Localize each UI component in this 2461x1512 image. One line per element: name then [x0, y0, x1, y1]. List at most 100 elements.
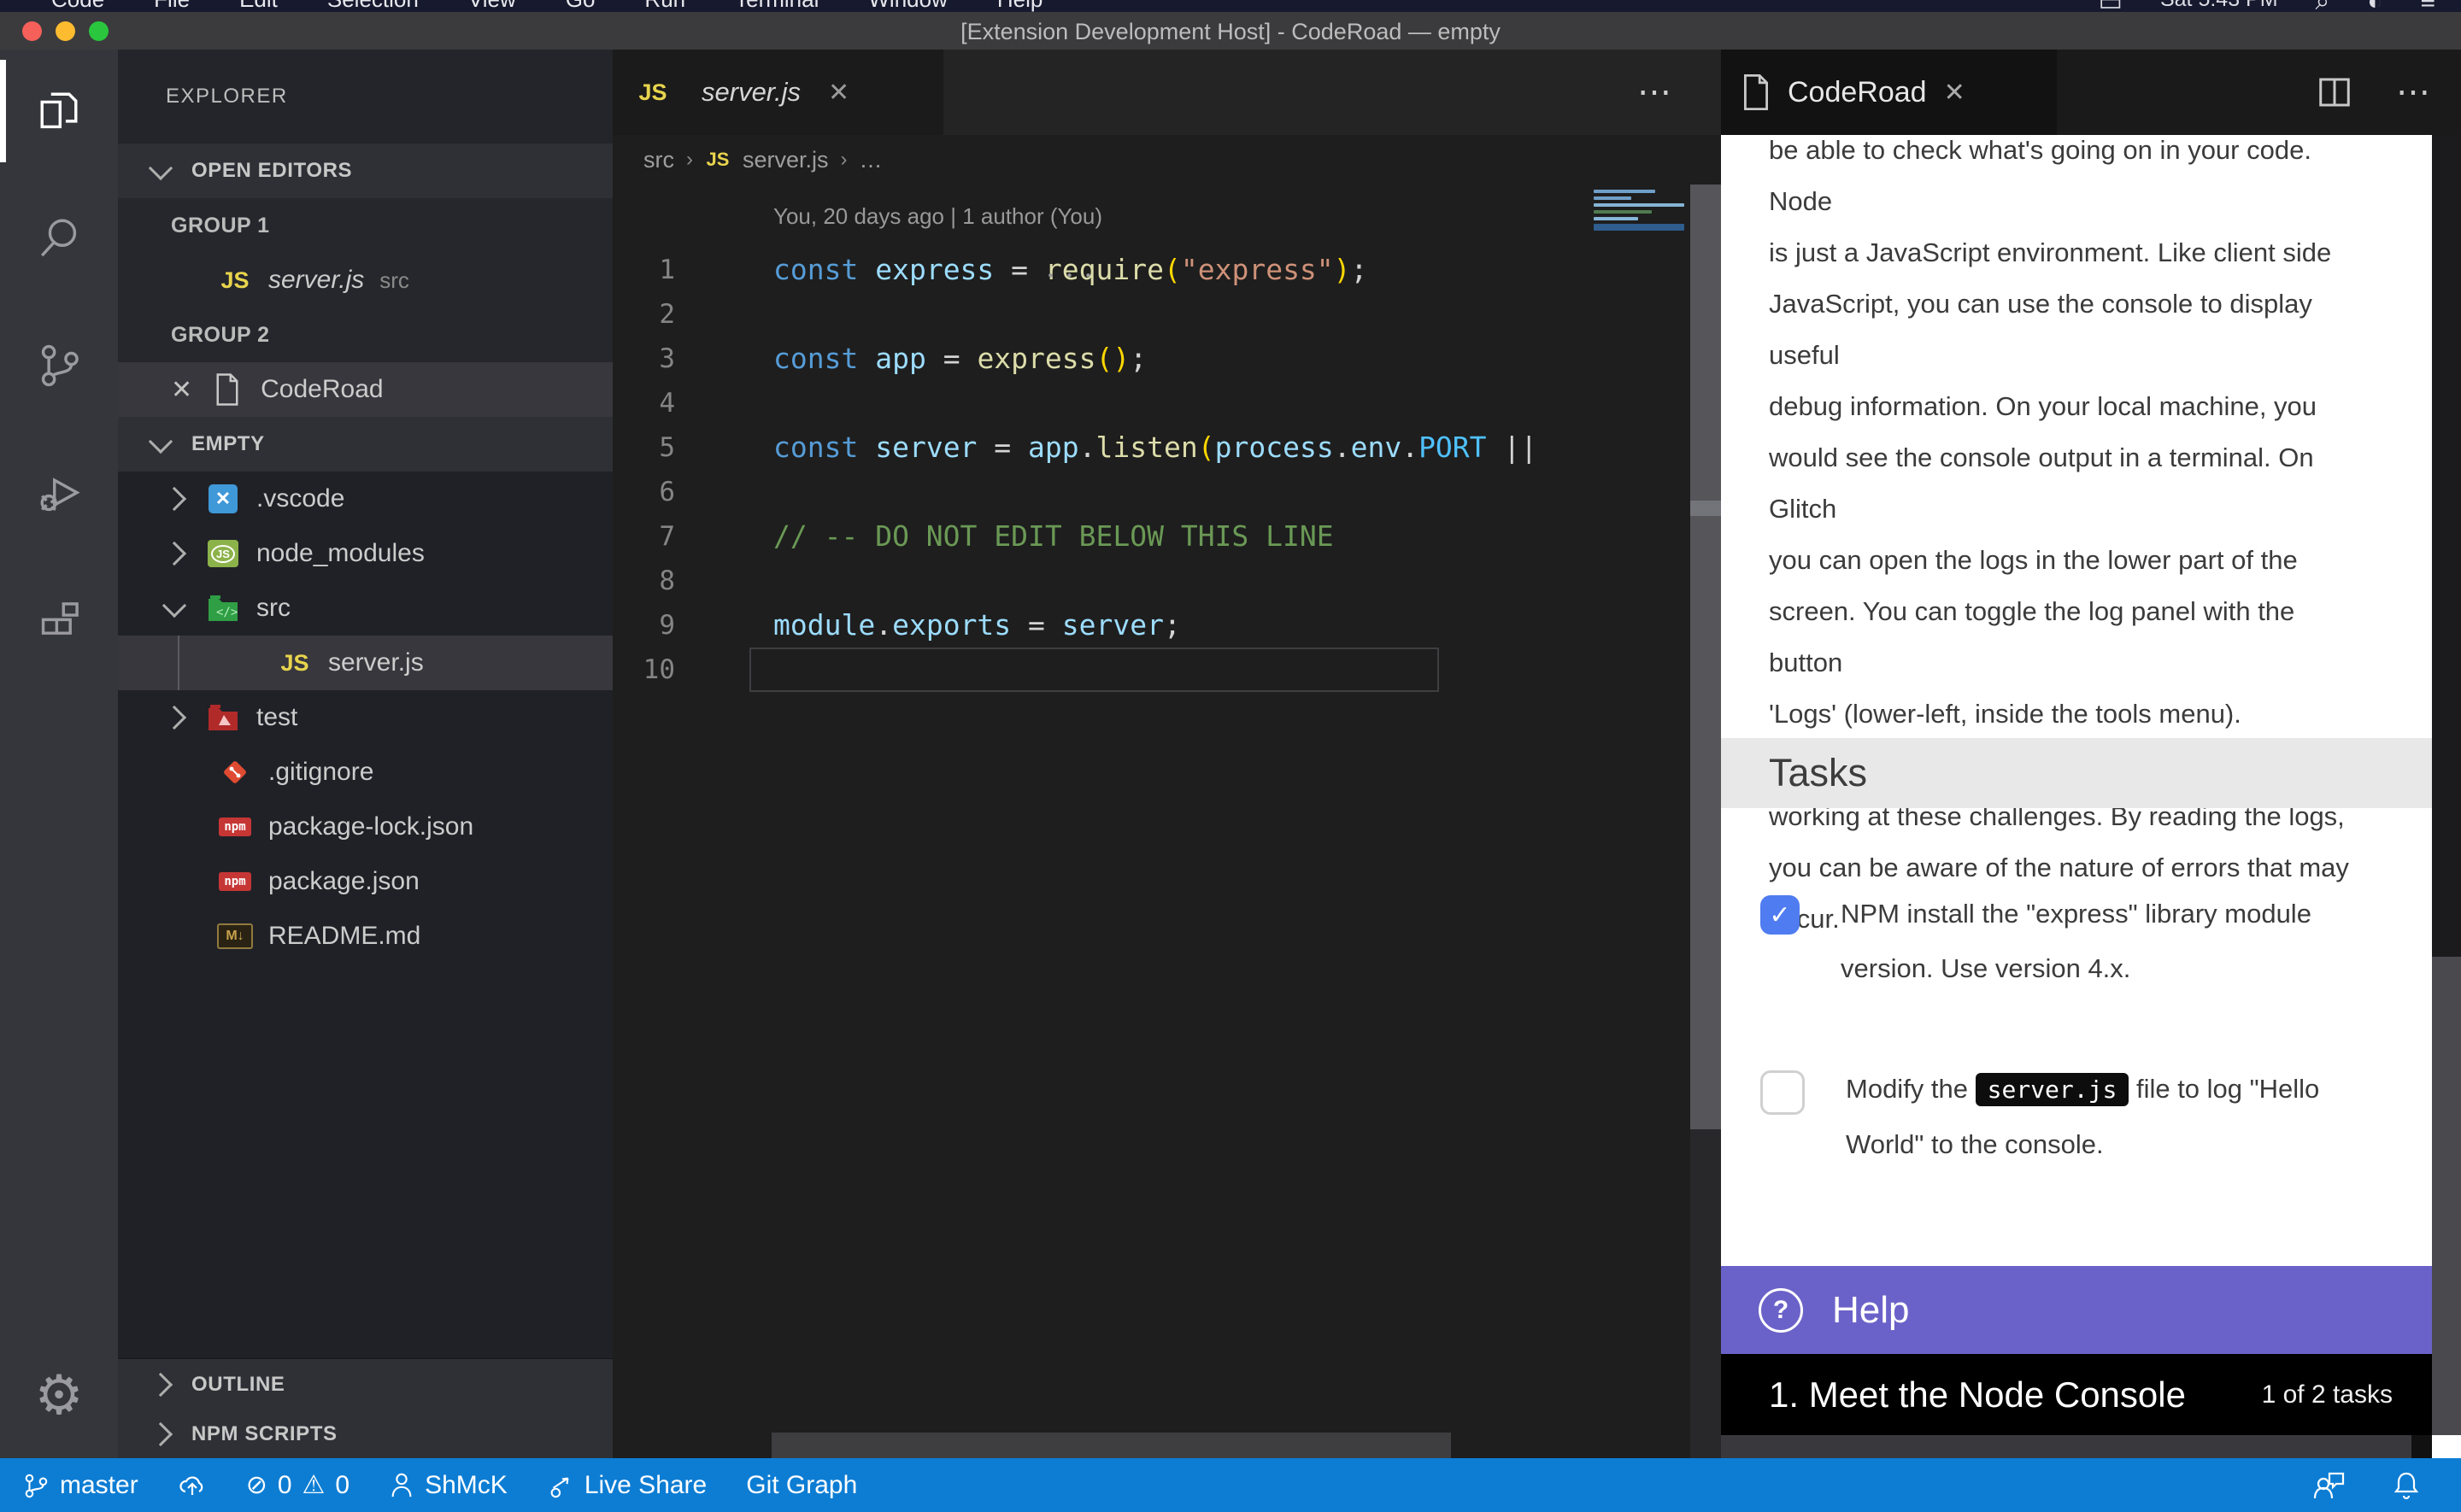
chevron-right-icon	[149, 1422, 173, 1446]
code-line-6[interactable]: 6	[613, 470, 1721, 514]
chevron-right-icon	[149, 1373, 173, 1397]
menu-help[interactable]: Help	[997, 0, 1043, 12]
control-center-icon[interactable]: ≡	[2420, 0, 2435, 12]
menu-terminal[interactable]: Terminal	[735, 0, 819, 12]
code-line-10[interactable]: 10	[613, 648, 1721, 692]
tree-item-package-json[interactable]: npmpackage.json	[118, 854, 613, 909]
code-line-3[interactable]: 3const app = express();	[613, 337, 1721, 381]
editor-horizontal-scrollbar[interactable]	[772, 1433, 1451, 1458]
editor-group: JS server.js ✕ ⋯ src› JS server.js› … Yo…	[613, 50, 1721, 1458]
minimap-line	[1594, 217, 1638, 220]
tree-item-readme-md[interactable]: M↓README.md	[118, 909, 613, 964]
code-line-4[interactable]: 4	[613, 381, 1721, 425]
item-detail: src	[379, 267, 409, 294]
line-number: 3	[613, 337, 675, 381]
line-text: const express = require("express");	[675, 248, 1367, 292]
item-label: server.js	[328, 648, 424, 677]
git-graph-button[interactable]: Git Graph	[746, 1471, 857, 1500]
menu-selection[interactable]: Selection	[327, 0, 419, 12]
status-bar: master ⊘ 0 ⚠ 0 ShMcK Live Share Git Grap…	[0, 1458, 2461, 1512]
line-text: const server = app.listen(process.env.PO…	[675, 425, 1537, 470]
open-editor-group-group-1[interactable]: GROUP 1	[118, 198, 613, 253]
search-icon[interactable]	[0, 179, 118, 296]
open-editor-item-coderoad[interactable]: ✕CodeRoad	[118, 362, 613, 417]
siri-icon[interactable]: ◐	[2367, 0, 2382, 12]
tree-item-node-modules[interactable]: JSnode_modules	[118, 526, 613, 581]
account-status[interactable]: ShMcK	[389, 1471, 508, 1500]
code-line-5[interactable]: 5const server = app.listen(process.env.P…	[613, 425, 1721, 470]
menu-run[interactable]: Run	[644, 0, 685, 12]
item-label: package-lock.json	[268, 812, 473, 841]
run-debug-icon[interactable]	[0, 436, 118, 552]
live-share-icon	[547, 1472, 574, 1499]
explorer-icon[interactable]	[0, 53, 118, 169]
live-share-button[interactable]: Live Share	[547, 1471, 707, 1500]
panel-more-actions-icon[interactable]: ⋯	[2396, 73, 2430, 112]
zoom-window-button[interactable]	[89, 21, 109, 41]
sidebar-title: EXPLORER	[118, 50, 613, 144]
sync-changes-button[interactable]	[178, 1471, 207, 1500]
open-editor-group-group-2[interactable]: GROUP 2	[118, 308, 613, 362]
task-checkbox-checked[interactable]: ✓	[1760, 895, 1800, 935]
line-number: 5	[613, 425, 675, 470]
tree-item-package-lock-json[interactable]: npmpackage-lock.json	[118, 800, 613, 854]
feedback-icon[interactable]	[2312, 1469, 2346, 1502]
editor-vertical-scrollbar[interactable]	[1690, 185, 1721, 1129]
tree-item-vscode[interactable]: ✕.vscode	[118, 472, 613, 526]
menu-edit[interactable]: Edit	[239, 0, 278, 12]
breadcrumb[interactable]: src› JS server.js› …	[613, 135, 1721, 185]
code-line-2[interactable]: 2	[613, 292, 1721, 337]
lesson-footer[interactable]: 1. Meet the Node Console 1 of 2 tasks	[1721, 1354, 2432, 1435]
close-tab-icon[interactable]: ✕	[828, 78, 849, 108]
paragraph-line: screen. You can toggle the log panel wit…	[1769, 586, 2376, 689]
help-button[interactable]: ? Help	[1721, 1266, 2432, 1354]
minimize-window-button[interactable]	[56, 21, 75, 41]
tab-label: server.js	[702, 77, 801, 108]
code-line-9[interactable]: 9module.exports = server;	[613, 603, 1721, 648]
file-icon	[1741, 74, 1771, 110]
open-editors-header[interactable]: OPEN EDITORS	[118, 144, 613, 198]
vscode-folder-icon: ✕	[205, 481, 241, 517]
menu-window[interactable]: Window	[868, 0, 947, 12]
indent-guide	[178, 636, 179, 690]
source-control-icon[interactable]	[0, 308, 118, 424]
minimap[interactable]	[1594, 190, 1687, 234]
tree-item-test[interactable]: test	[118, 690, 613, 745]
webview-scrollbar-thumb[interactable]	[2432, 135, 2461, 957]
codelens-blame[interactable]: You, 20 days ago | 1 author (You)	[773, 203, 1102, 230]
problems-status[interactable]: ⊘ 0 ⚠ 0	[246, 1470, 349, 1500]
tab-server-js[interactable]: JS server.js ✕	[613, 50, 943, 135]
chevron-right-icon	[162, 487, 186, 511]
close-editor-icon[interactable]: ✕	[171, 375, 192, 405]
editor-actions-more-icon[interactable]: ⋯	[1637, 50, 1671, 135]
scrollbar-thumb[interactable]	[1690, 501, 1721, 516]
extensions-icon[interactable]	[0, 564, 118, 680]
settings-gear-icon[interactable]: ⚙	[0, 1344, 118, 1446]
folder-section-header[interactable]: EMPTY	[118, 417, 613, 472]
split-editor-icon[interactable]	[2317, 75, 2352, 109]
chevron-right-icon: ›	[841, 148, 848, 172]
outline-section-header[interactable]: OUTLINE	[118, 1358, 613, 1410]
webview-scrollbar[interactable]	[2432, 135, 2461, 1458]
tree-item-gitignore[interactable]: .gitignore	[118, 745, 613, 800]
coderoad-panel: CodeRoad ✕ ⋯ be able to check what's goi…	[1721, 50, 2461, 1458]
tab-coderoad[interactable]: CodeRoad ✕	[1721, 50, 2057, 135]
tree-item-server-js[interactable]: JSserver.js	[118, 636, 613, 690]
code-line-7[interactable]: 7// -- DO NOT EDIT BELOW THIS LINE	[613, 514, 1721, 559]
code-line-8[interactable]: 8	[613, 559, 1721, 603]
menu-view[interactable]: View	[468, 0, 516, 12]
git-branch-status[interactable]: master	[22, 1471, 138, 1500]
tree-item-src[interactable]: </>src	[118, 581, 613, 636]
menu-file[interactable]: File	[154, 0, 190, 12]
task-checkbox-unchecked[interactable]	[1760, 1070, 1805, 1115]
menu-code[interactable]: Code	[51, 0, 104, 12]
code-line-1[interactable]: 1const express = require("express");	[613, 248, 1721, 292]
open-editor-item-server-js[interactable]: JSserver.jssrc	[118, 253, 613, 308]
code-editor[interactable]: You, 20 days ago | 1 author (You) 1const…	[613, 185, 1721, 1458]
close-tab-icon[interactable]: ✕	[1944, 78, 1965, 108]
close-window-button[interactable]	[22, 21, 42, 41]
bell-icon[interactable]	[2391, 1469, 2422, 1502]
menu-go[interactable]: Go	[566, 0, 596, 12]
spotlight-icon[interactable]: ⌕	[2316, 0, 2330, 12]
npm-scripts-section-header[interactable]: NPM SCRIPTS	[118, 1410, 613, 1458]
